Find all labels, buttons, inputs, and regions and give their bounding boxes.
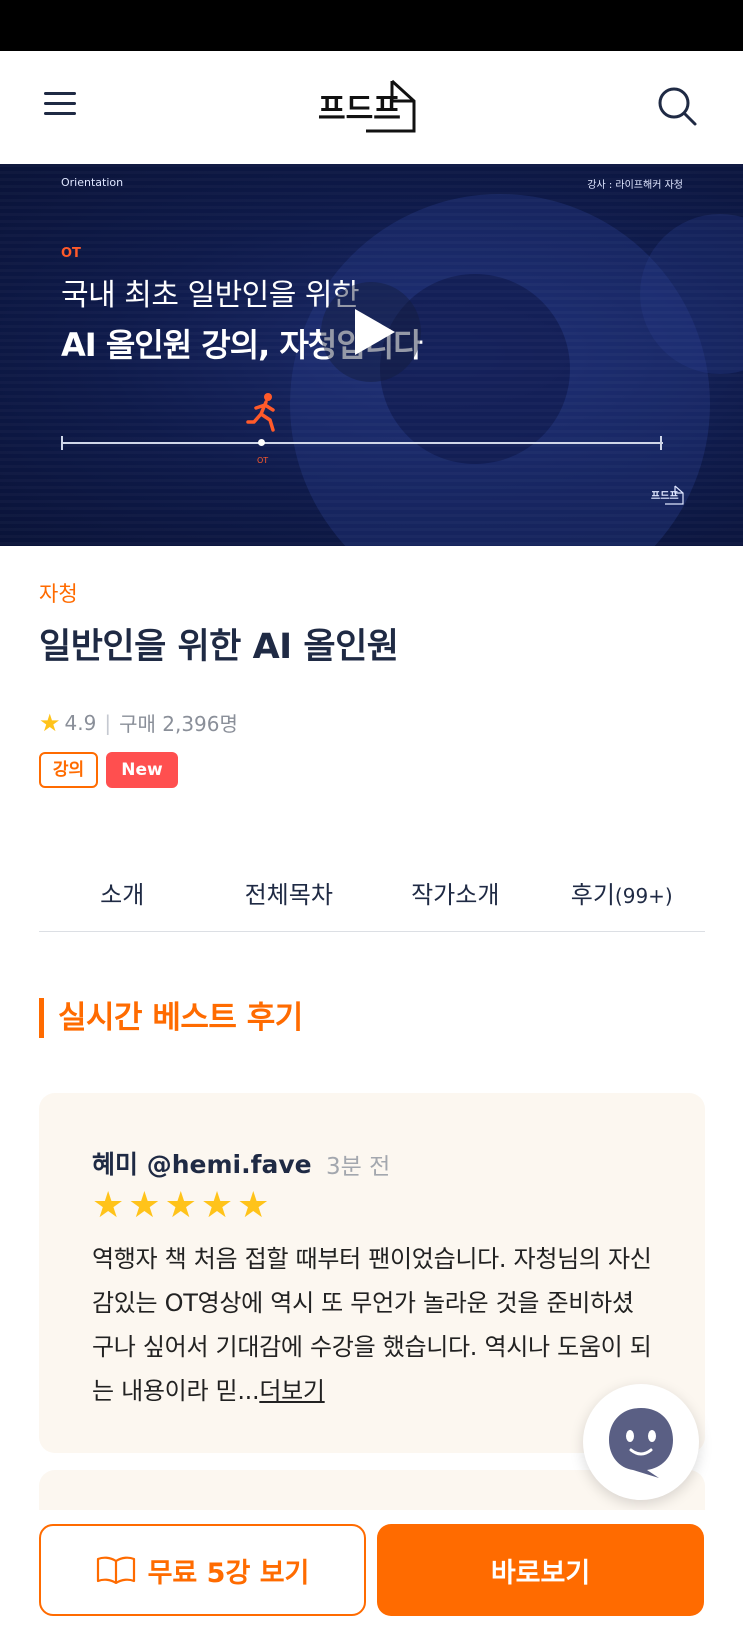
tab-label: 전체목차 [244,881,333,909]
divider: | [104,710,112,735]
timeline-start-cap [61,436,63,450]
chatbot-ghost-icon [609,1408,673,1478]
view-now-label: 바로보기 [490,1557,591,1589]
play-icon [355,309,395,355]
bottom-action-bar: 무료 5강 보기 바로보기 [0,1510,743,1651]
star-icon: ★ [164,1185,201,1226]
tab-label: 소개 [100,881,145,909]
tab-toc[interactable]: 전체목차 [206,870,373,931]
review-body: 역행자 책 처음 접할 때부터 팬이었습니다. 자청님의 자신감있는 OT영상에… [92,1237,652,1413]
tag-lecture: 강의 [39,752,98,788]
rating-value: 4.9 [64,710,97,735]
star-icon: ★ [128,1185,165,1226]
product-rating: ★ 4.9 | 구매 2,396명 [39,708,238,737]
logo[interactable]: 프드프 [318,75,426,139]
timeline-end-cap [660,436,662,450]
tab-intro[interactable]: 소개 [39,870,206,931]
purchase-count: 구매 2,396명 [119,712,238,736]
free-preview-button[interactable]: 무료 5강 보기 [39,1524,366,1616]
tab-review-count: (99+) [614,884,673,908]
tab-label: 작가소개 [411,881,500,909]
product-category[interactable]: 자청 [39,578,78,608]
chatbot-button[interactable] [583,1384,699,1500]
star-icon: ★ [92,1185,129,1226]
timeline-label: OT [257,456,269,465]
tag-new: New [106,752,178,788]
video-timeline[interactable] [61,442,663,444]
video-logo-text: 프드프 [651,490,679,502]
star-icon: ★ [39,708,61,737]
review-author: 혜미 @hemi.fave [92,1150,312,1179]
search-icon[interactable] [656,85,698,127]
video-headline-line1: 국내 최초 일반인을 위한 [61,278,360,313]
free-preview-label: 무료 5강 보기 [147,1557,310,1589]
video-instructor: 강사 : 라이프해커 자청 [587,180,683,191]
tab-author[interactable]: 작가소개 [372,870,539,931]
review-stars: ★★★★★ [92,1186,273,1226]
review-more-link[interactable]: 더보기 [259,1377,325,1405]
play-button[interactable] [321,282,421,382]
product-title: 일반인을 위한 AI 올인원 [39,627,399,667]
tab-reviews[interactable]: 후기(99+) [539,870,706,931]
review-time: 3분 전 [326,1154,391,1180]
star-icon: ★ [237,1185,274,1226]
video-player[interactable]: Orientation 강사 : 라이프해커 자청 OT 국내 최초 일반인을 … [0,164,743,546]
section-title-best-reviews: 실시간 베스트 후기 [39,998,303,1038]
view-now-button[interactable]: 바로보기 [377,1524,704,1616]
hamburger-menu-icon[interactable] [40,89,80,119]
app-header: 프드프 [0,51,743,164]
timeline-marker [258,439,265,446]
status-bar [0,0,743,51]
open-book-icon [96,1556,135,1584]
tab-label: 후기 [570,881,615,909]
logo-text: 프드프 [318,92,401,127]
runner-icon [246,393,275,432]
review-text: 역행자 책 처음 접할 때부터 팬이었습니다. 자청님의 자신감있는 OT영상에… [92,1245,652,1405]
product-tabs: 소개 전체목차 작가소개 후기(99+) [39,870,705,932]
video-tag: OT [61,246,81,261]
video-logo: 프드프 [651,485,684,505]
star-icon: ★ [200,1185,238,1226]
video-subtitle: Orientation [61,176,124,189]
